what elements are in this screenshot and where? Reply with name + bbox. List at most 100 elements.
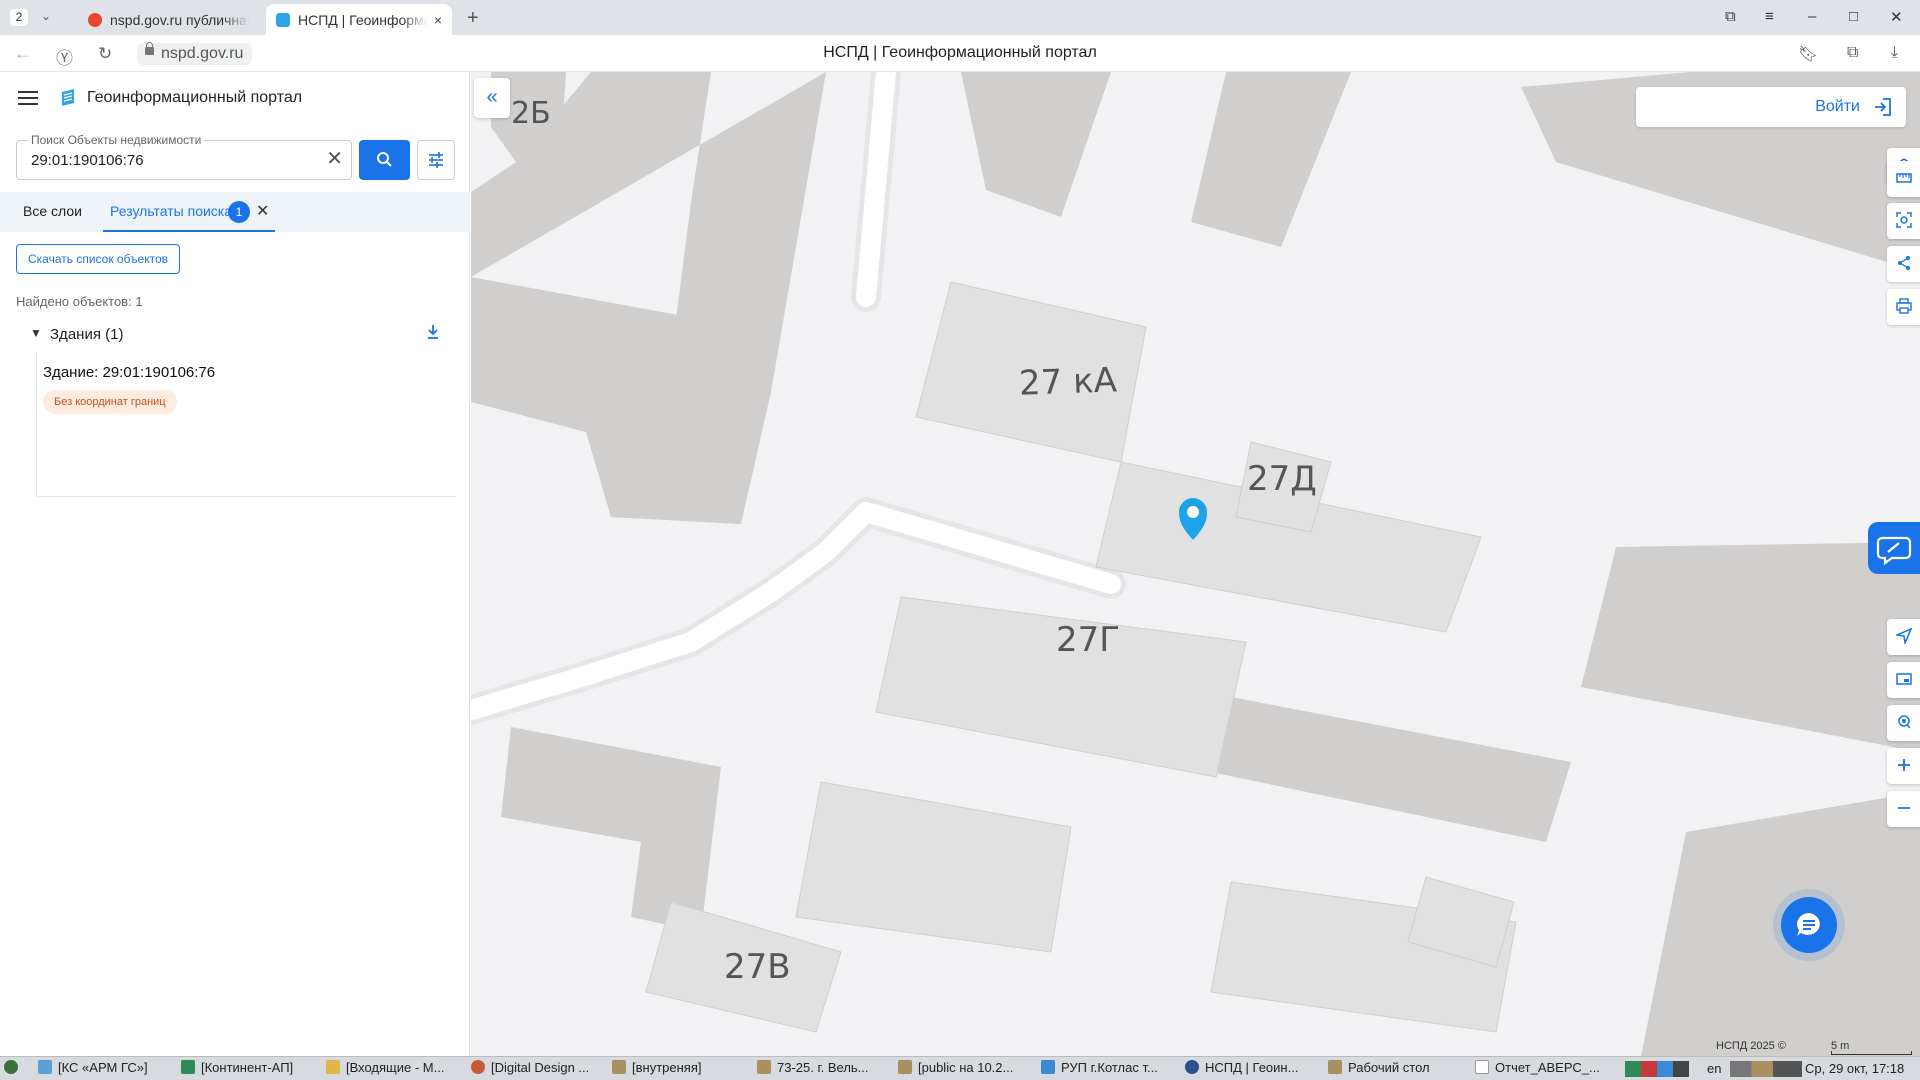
browser-tab-nspd-portal[interactable]: НСПД | Геоинформа × bbox=[266, 4, 452, 35]
results-count-badge: 1 bbox=[228, 201, 250, 223]
tab-title: nspd.gov.ru публичная bbox=[110, 11, 250, 28]
tray-icons[interactable] bbox=[1625, 1061, 1689, 1077]
login-label: Войти bbox=[1815, 98, 1860, 115]
taskbar-item[interactable]: [Континент-АП] bbox=[181, 1060, 311, 1078]
taskbar-item[interactable]: 73-25. г. Вель... bbox=[757, 1060, 891, 1078]
map-label-27g: 27Г bbox=[1056, 620, 1120, 660]
taskbar-item[interactable]: [Digital Design ... bbox=[471, 1060, 604, 1078]
group-download-icon[interactable] bbox=[426, 324, 440, 340]
plus-icon bbox=[1898, 759, 1910, 771]
taskbar-item-active[interactable]: НСПД | Геоин... bbox=[1185, 1060, 1314, 1078]
login-button[interactable]: Войти bbox=[1636, 87, 1906, 127]
keyboard-layout[interactable]: en bbox=[1707, 1061, 1721, 1076]
new-tab-plus-icon[interactable]: + bbox=[467, 7, 479, 30]
start-menu-icon[interactable] bbox=[4, 1060, 24, 1078]
portal-title: Геоинформационный портал bbox=[87, 89, 303, 106]
taskbar-item[interactable]: [КС «АРМ ГС»] bbox=[38, 1060, 163, 1078]
close-window-icon[interactable]: ✕ bbox=[1890, 8, 1903, 26]
building bbox=[1211, 697, 1571, 842]
login-arrow-icon bbox=[1875, 98, 1891, 116]
pin-search-icon bbox=[1898, 715, 1911, 729]
scale-bar bbox=[1831, 1051, 1912, 1055]
tab-count-badge[interactable]: 2 bbox=[10, 9, 28, 26]
share-icon bbox=[1898, 256, 1910, 270]
tray-system-icons[interactable] bbox=[1730, 1061, 1802, 1077]
building bbox=[501, 727, 721, 932]
page-title: НСПД | Геоинформационный портал bbox=[823, 44, 1097, 61]
tab-title: НСПД | Геоинформа bbox=[298, 11, 428, 28]
building bbox=[961, 72, 1111, 217]
select-area-icon bbox=[1896, 212, 1912, 228]
geolocate-button[interactable] bbox=[1887, 619, 1920, 655]
status-badge: Без координат границ bbox=[43, 390, 177, 414]
bookmarks-panel-icon[interactable]: ⧉ bbox=[1725, 8, 1736, 25]
taskbar-item[interactable]: Рабочий стол bbox=[1328, 1060, 1468, 1078]
building bbox=[1191, 72, 1351, 247]
clear-search-icon[interactable]: ✕ bbox=[326, 149, 343, 169]
extensions-icon[interactable]: ⧉ bbox=[1847, 44, 1858, 62]
map-label-2b: 2Б bbox=[511, 96, 551, 131]
portal-logo-icon bbox=[62, 89, 74, 106]
minimap-button[interactable] bbox=[1887, 662, 1920, 698]
menu-icon[interactable]: ≡ bbox=[1765, 8, 1774, 25]
search-by-click-button[interactable] bbox=[1887, 705, 1920, 741]
found-count: Найдено объектов: 1 bbox=[16, 294, 143, 309]
search-field[interactable]: Поиск Объекты недвижимости ✕ bbox=[16, 133, 352, 180]
share-button[interactable] bbox=[1887, 246, 1920, 282]
tab-all-layers[interactable]: Все слои bbox=[23, 203, 82, 219]
ruler-icon bbox=[1896, 173, 1912, 183]
filter-settings-button[interactable] bbox=[417, 140, 455, 180]
search-input[interactable] bbox=[31, 152, 311, 169]
zoom-in-button[interactable] bbox=[1887, 748, 1920, 784]
search-button[interactable] bbox=[359, 140, 410, 180]
navigation-arrow-icon bbox=[1896, 628, 1912, 644]
bookmark-icon[interactable]: 🔖︎ bbox=[1798, 44, 1818, 64]
download-list-button[interactable]: Скачать список объектов bbox=[16, 244, 181, 274]
taskbar-item[interactable]: [public на 10.2... bbox=[898, 1060, 1031, 1078]
download-icon[interactable]: ⤓ bbox=[1891, 44, 1898, 62]
taskbar-item[interactable]: [Входящие - М... bbox=[326, 1060, 459, 1078]
map-copyright: НСПД 2025 © bbox=[1716, 1040, 1786, 1052]
search-icon bbox=[377, 152, 392, 167]
map-label-27ka: 27 кА bbox=[1018, 360, 1118, 404]
print-icon bbox=[1896, 298, 1912, 314]
hamburger-menu-icon[interactable] bbox=[18, 91, 38, 105]
divider bbox=[36, 496, 456, 497]
taskbar-item[interactable]: Отчет_АВЕРС_... bbox=[1475, 1060, 1603, 1078]
chevron-down-icon[interactable]: ⌄ bbox=[41, 9, 51, 23]
chevron-down-icon[interactable]: ▼ bbox=[30, 326, 42, 340]
map-label-27v: 27В bbox=[724, 947, 791, 987]
area-select-button[interactable] bbox=[1887, 203, 1920, 239]
chat-button[interactable] bbox=[1781, 897, 1837, 953]
building bbox=[795, 781, 1072, 953]
taskbar-item[interactable]: [внутреняя] bbox=[612, 1060, 752, 1078]
browser-tab-nspd-public[interactable]: nspd.gov.ru публичная bbox=[78, 4, 260, 35]
filter-sliders-icon bbox=[429, 152, 443, 168]
minus-icon bbox=[1898, 807, 1910, 809]
feedback-widget[interactable] bbox=[1868, 522, 1920, 574]
zoom-out-button[interactable] bbox=[1887, 791, 1920, 827]
maximize-icon[interactable]: □ bbox=[1849, 8, 1858, 25]
search-label: Поиск Объекты недвижимости bbox=[28, 133, 205, 147]
result-title[interactable]: Здание: 29:01:190106:76 bbox=[43, 364, 215, 381]
map-view[interactable]: 2Б 27 кА 27Д 27Г 27В « Войти НСПД 2025 ©… bbox=[471, 72, 1920, 1056]
tab-search-results[interactable]: Результаты поиска bbox=[110, 203, 232, 219]
taskbar-item[interactable]: РУП г.Котлас т... bbox=[1041, 1060, 1187, 1078]
chat-bubble-icon bbox=[1876, 536, 1912, 566]
collapse-panel-button[interactable]: « bbox=[474, 78, 510, 118]
browser-tab-bar: 2 ⌄ nspd.gov.ru публичная НСПД | Геоинфо… bbox=[0, 0, 1920, 35]
minimize-icon[interactable]: – bbox=[1808, 8, 1816, 25]
panel-tabs: Все слои Результаты поиска 1 ✕ bbox=[0, 192, 470, 232]
print-button[interactable] bbox=[1887, 289, 1920, 325]
tab-close-icon[interactable]: × bbox=[434, 12, 442, 28]
active-tab-indicator bbox=[103, 230, 275, 232]
close-results-tab-icon[interactable]: ✕ bbox=[256, 201, 269, 221]
ruler-button[interactable] bbox=[1887, 161, 1920, 197]
map-canvas bbox=[471, 72, 1920, 1056]
os-taskbar: [КС «АРМ ГС»] [Континент-АП] [Входящие -… bbox=[0, 1056, 1920, 1080]
nspd-favicon-icon bbox=[276, 12, 290, 27]
picture-in-picture-icon bbox=[1896, 673, 1912, 685]
clock[interactable]: Ср, 29 окт, 17:18 bbox=[1805, 1061, 1904, 1076]
address-bar: ← Ⓨ ↻ nspd.gov.ru НСПД | Геоинформационн… bbox=[0, 35, 1920, 72]
group-title-buildings[interactable]: Здания (1) bbox=[50, 326, 123, 343]
